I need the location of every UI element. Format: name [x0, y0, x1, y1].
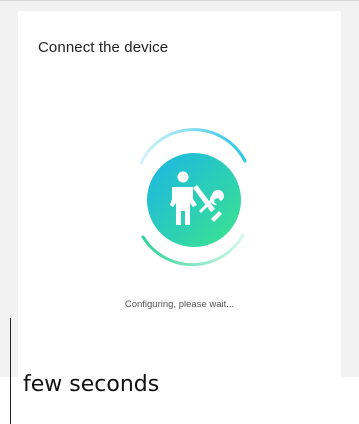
configuring-status-graphic — [139, 128, 247, 267]
top-divider — [0, 0, 359, 1]
caption-text: few seconds — [23, 372, 160, 397]
connect-device-card: Connect the device Configuring, please w… — [18, 11, 341, 377]
left-edge-line — [10, 318, 11, 424]
status-message: Configuring, please wait... — [124, 299, 235, 310]
page-title: Connect the device — [38, 39, 169, 56]
